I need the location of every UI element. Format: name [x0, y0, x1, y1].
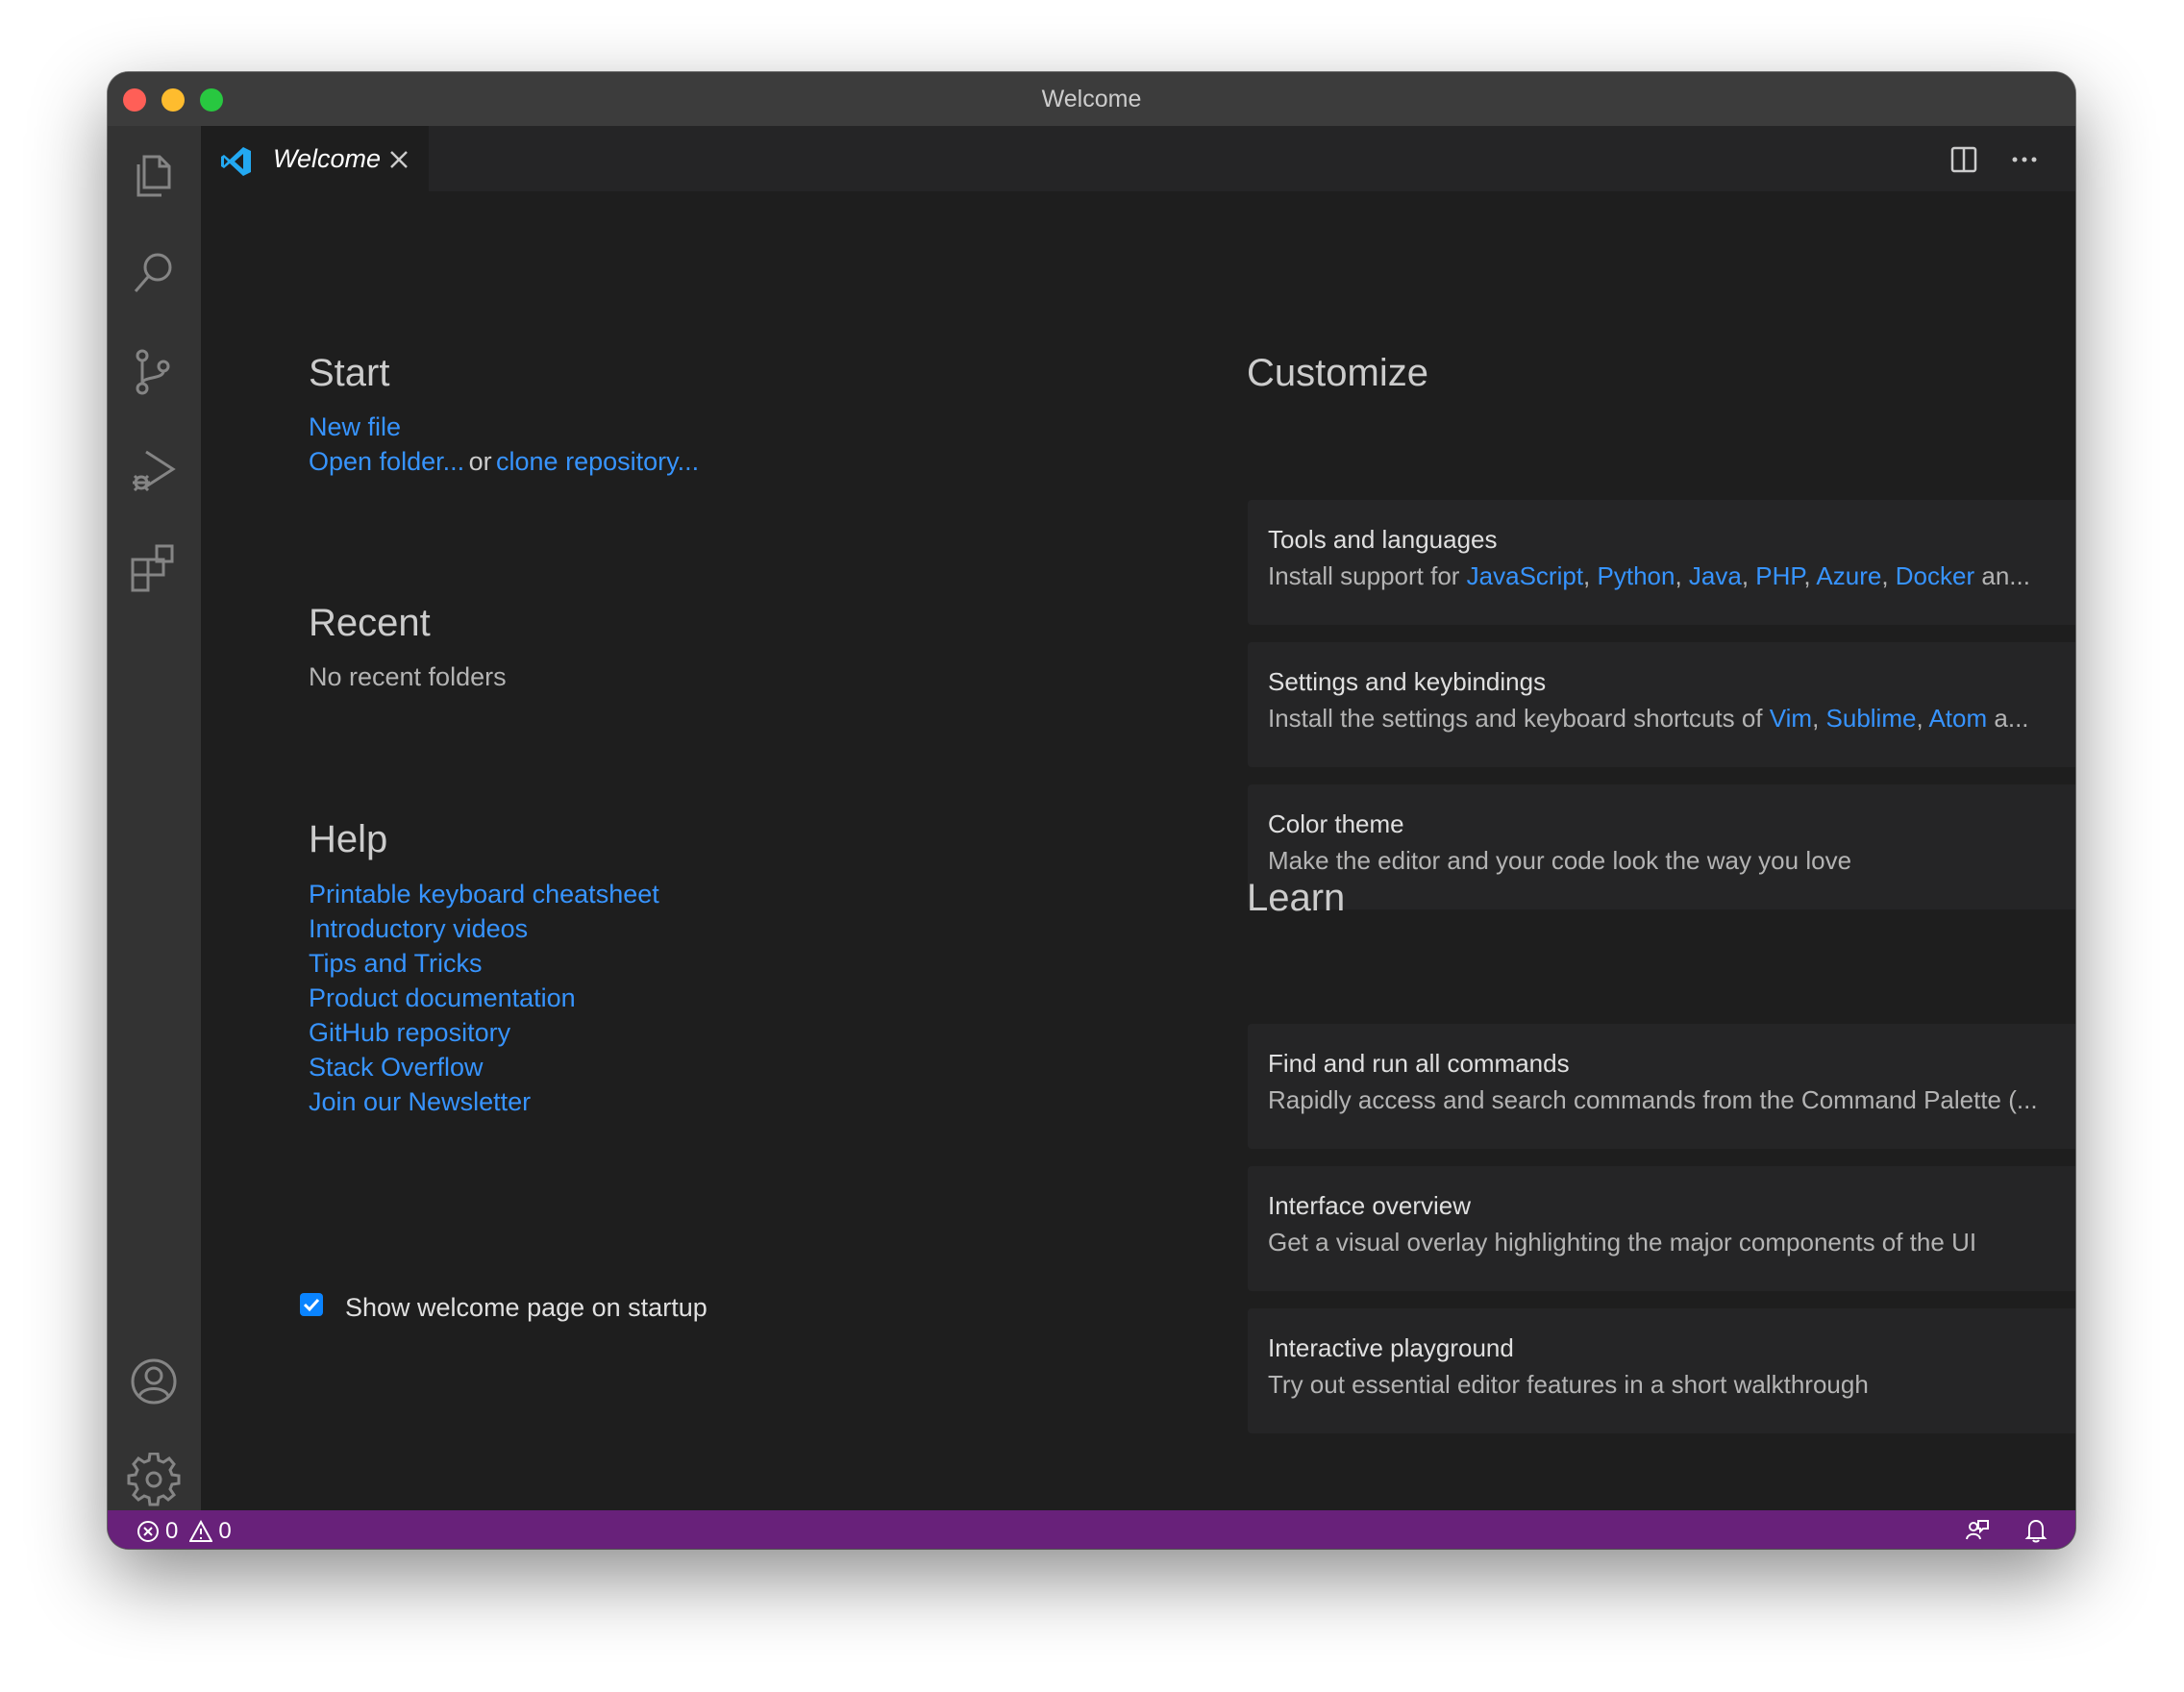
recent-heading: Recent: [309, 602, 431, 644]
close-icon[interactable]: [388, 149, 410, 170]
explorer-icon[interactable]: [127, 147, 181, 201]
card-description: Rapidly access and search commands from …: [1268, 1085, 2038, 1114]
or-text: or: [468, 447, 492, 476]
card-desc-prefix: Install support for: [1268, 561, 1467, 590]
vscode-logo-icon: [220, 145, 253, 178]
more-actions-icon[interactable]: [2010, 145, 2039, 174]
card-description: Try out essential editor features in a s…: [1268, 1370, 1869, 1399]
card-interactive-playground[interactable]: Interactive playground Try out essential…: [1248, 1308, 2075, 1433]
card-color-theme[interactable]: Color theme Make the editor and your cod…: [1248, 784, 2075, 909]
warning-icon: [189, 1520, 213, 1542]
vscode-window: Welcome Welcome Start New file Open fold…: [108, 72, 2075, 1549]
tab-label: Welcome: [273, 144, 382, 173]
keymap-vim-link[interactable]: Vim: [1770, 704, 1812, 733]
run-debug-icon[interactable]: [127, 444, 181, 498]
help-link-newsletter[interactable]: Join our Newsletter: [309, 1087, 531, 1116]
extensions-icon[interactable]: [127, 542, 181, 596]
card-title: Settings and keybindings: [1268, 667, 1547, 696]
help-link-tips-and-tricks[interactable]: Tips and Tricks: [309, 949, 483, 978]
help-link-product-documentation[interactable]: Product documentation: [309, 983, 576, 1012]
card-description: Get a visual overlay highlighting the ma…: [1268, 1228, 1977, 1257]
learn-heading: Learn: [1247, 877, 1346, 919]
help-link-introductory-videos[interactable]: Introductory videos: [309, 914, 528, 943]
card-title: Find and run all commands: [1268, 1049, 1570, 1078]
tools-docker-link[interactable]: Docker: [1896, 561, 1974, 590]
show-on-startup-label[interactable]: Show welcome page on startup: [345, 1293, 707, 1323]
tab-bar: Welcome: [201, 126, 2075, 191]
warning-count: 0: [218, 1518, 232, 1544]
tools-python-link[interactable]: Python: [1598, 561, 1675, 590]
clone-repository-link[interactable]: clone repository...: [496, 447, 699, 476]
start-heading: Start: [309, 352, 390, 394]
help-link-github-repository[interactable]: GitHub repository: [309, 1018, 510, 1047]
card-description: Make the editor and your code look the w…: [1268, 846, 1852, 875]
new-file-link[interactable]: New file: [309, 412, 401, 441]
window-title: Welcome: [1041, 86, 1142, 112]
help-link-stack-overflow[interactable]: Stack Overflow: [309, 1053, 484, 1082]
keymap-sublime-link[interactable]: Sublime: [1826, 704, 1917, 733]
help-heading: Help: [309, 818, 388, 860]
card-desc-suffix: a...: [1987, 704, 2029, 733]
status-bar: 0 0: [108, 1510, 2075, 1549]
tools-php-link[interactable]: PHP: [1755, 561, 1803, 590]
tools-javascript-link[interactable]: JavaScript: [1467, 561, 1583, 590]
card-title: Interface overview: [1268, 1191, 1471, 1220]
card-find-and-run-commands[interactable]: Find and run all commands Rapidly access…: [1248, 1024, 2075, 1149]
welcome-page: Start New file Open folder... or clone r…: [201, 191, 2075, 1510]
problems-indicator[interactable]: 0 0: [136, 1518, 232, 1545]
feedback-icon[interactable]: [1965, 1518, 1990, 1543]
gear-icon[interactable]: [127, 1453, 181, 1506]
customize-heading: Customize: [1247, 352, 1428, 394]
card-settings-and-keybindings[interactable]: Settings and keybindings Install the set…: [1248, 642, 2075, 767]
card-title: Color theme: [1268, 809, 1404, 838]
search-icon[interactable]: [127, 246, 181, 300]
tools-java-link[interactable]: Java: [1689, 561, 1742, 590]
account-icon[interactable]: [127, 1355, 181, 1408]
open-folder-link[interactable]: Open folder...: [309, 447, 464, 476]
source-control-icon[interactable]: [127, 345, 181, 399]
split-editor-icon[interactable]: [1949, 145, 1978, 174]
card-desc-suffix: an...: [1974, 561, 2030, 590]
error-count: 0: [165, 1518, 179, 1544]
card-description: Install support for JavaScript, Python, …: [1268, 561, 2030, 590]
bell-icon[interactable]: [2023, 1518, 2048, 1543]
card-title: Interactive playground: [1268, 1333, 1514, 1362]
card-title: Tools and languages: [1268, 525, 1498, 554]
no-recent-text: No recent folders: [309, 662, 507, 691]
card-desc-prefix: Install the settings and keyboard shortc…: [1268, 704, 1770, 733]
show-on-startup-checkbox[interactable]: [300, 1293, 323, 1316]
help-link-keyboard-cheatsheet[interactable]: Printable keyboard cheatsheet: [309, 880, 659, 908]
error-icon: [137, 1521, 159, 1542]
title-bar: Welcome: [108, 72, 2075, 126]
activity-bar: [108, 126, 201, 1510]
card-description: Install the settings and keyboard shortc…: [1268, 704, 2029, 733]
card-tools-and-languages[interactable]: Tools and languages Install support for …: [1248, 500, 2075, 625]
card-interface-overview[interactable]: Interface overview Get a visual overlay …: [1248, 1166, 2075, 1291]
tools-azure-link[interactable]: Azure: [1816, 561, 1881, 590]
tab-welcome[interactable]: Welcome: [201, 126, 429, 191]
keymap-atom-link[interactable]: Atom: [1928, 704, 1987, 733]
